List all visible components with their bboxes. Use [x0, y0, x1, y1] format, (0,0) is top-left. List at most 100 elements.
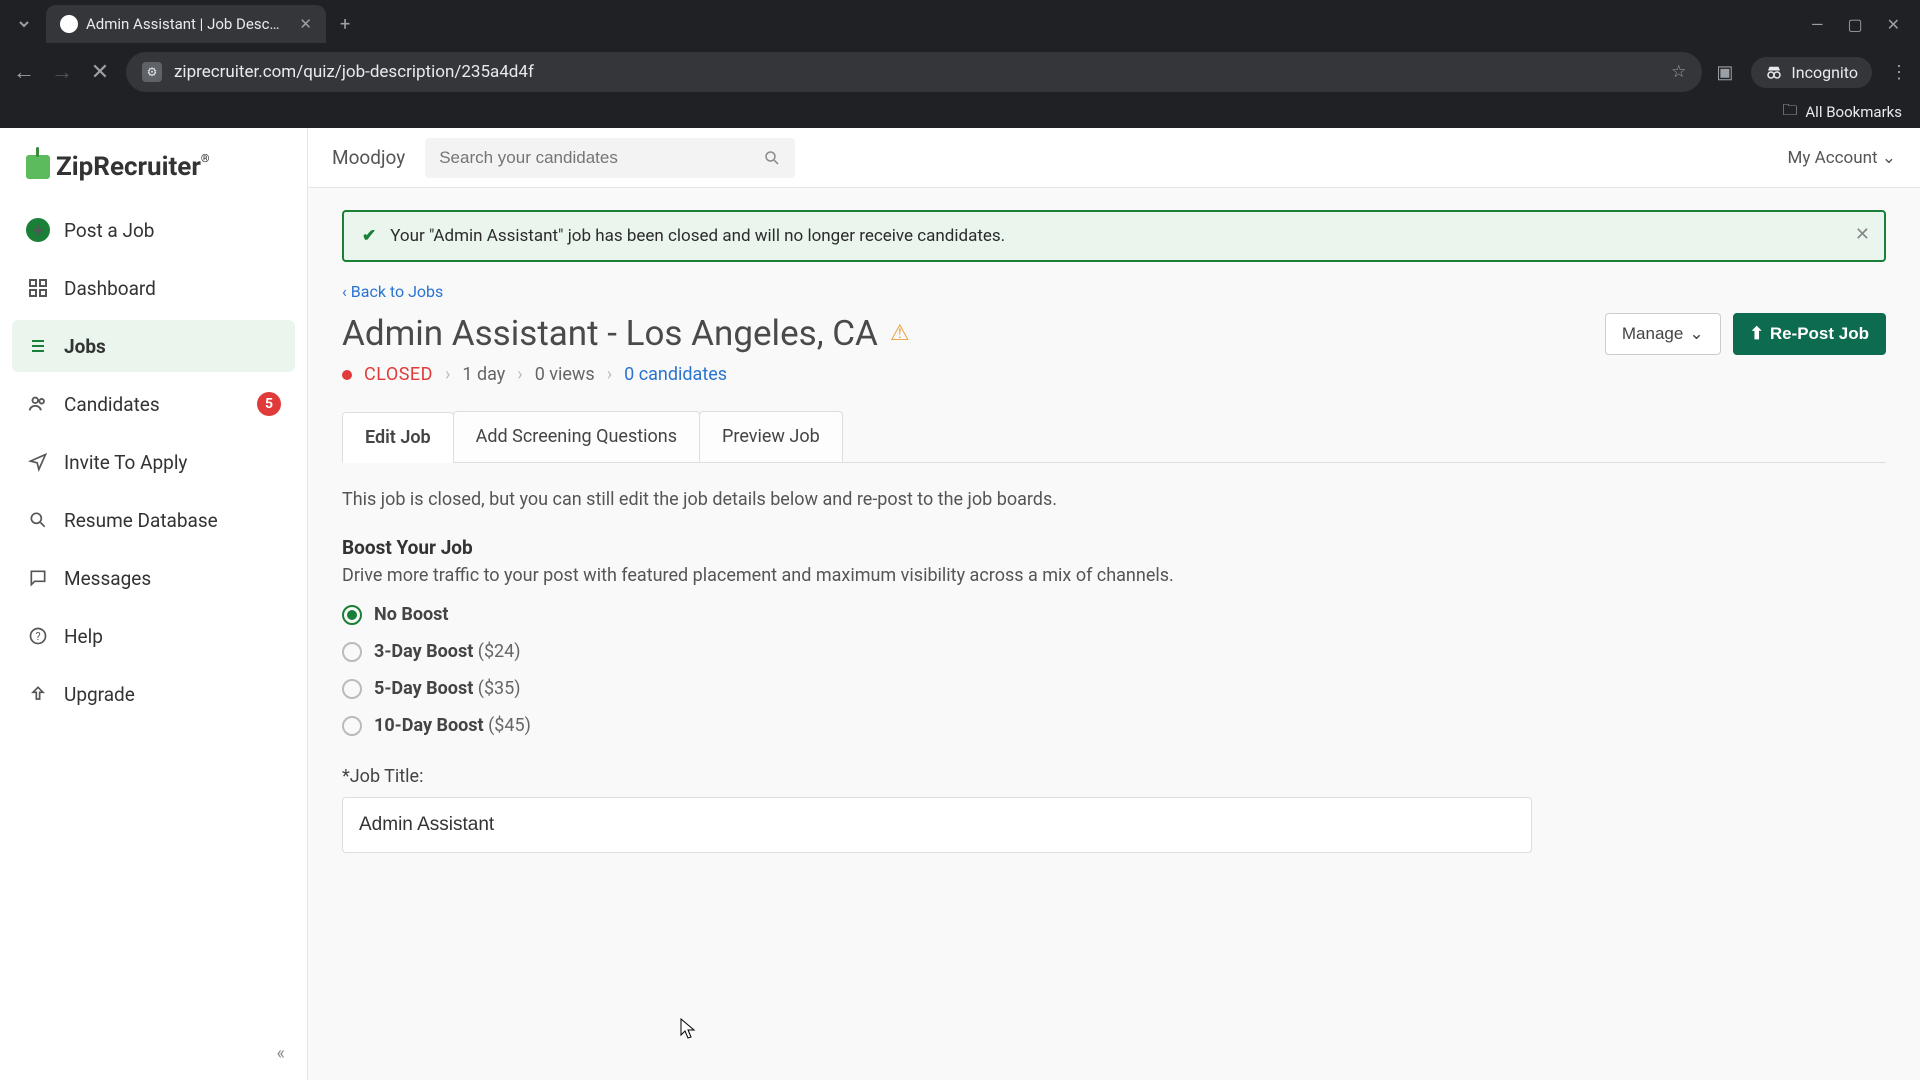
- logo-icon: [26, 155, 50, 179]
- sidebar-item-jobs[interactable]: Jobs: [12, 320, 295, 372]
- sidebar-item-post-job[interactable]: + Post a Job: [12, 204, 295, 256]
- bookmark-bar: 🗀 All Bookmarks: [0, 96, 1920, 128]
- alert-text: Your "Admin Assistant" job has been clos…: [390, 226, 1005, 246]
- job-age: 1 day: [462, 364, 505, 385]
- boost-title: Boost Your Job: [342, 536, 1886, 559]
- radio-icon: [342, 642, 362, 662]
- tab-screening[interactable]: Add Screening Questions: [453, 411, 700, 462]
- boost-option-5day[interactable]: 5-Day Boost ($35): [342, 678, 1886, 699]
- browser-tab[interactable]: Admin Assistant | Job Descripti ✕: [46, 5, 326, 43]
- account-menu[interactable]: My Account ⌄: [1788, 148, 1896, 168]
- main: Moodjoy My Account ⌄ ✔ Your "Admin Assis…: [308, 128, 1920, 1080]
- back-to-jobs-link[interactable]: ‹ Back to Jobs: [342, 282, 443, 301]
- sidebar-item-dashboard[interactable]: Dashboard: [12, 262, 295, 314]
- job-meta: CLOSED › 1 day › 0 views › 0 candidates: [342, 364, 910, 385]
- tab-search-icon[interactable]: [10, 10, 38, 38]
- upload-icon: ⬆: [1750, 324, 1764, 344]
- candidates-badge: 5: [257, 392, 281, 416]
- svg-text:?: ?: [35, 630, 40, 643]
- org-name[interactable]: Moodjoy: [332, 146, 405, 169]
- radio-icon: [342, 605, 362, 625]
- chevron-down-icon: ⌄: [1882, 148, 1896, 168]
- warning-icon: ⚠: [890, 321, 910, 346]
- plus-icon: +: [26, 218, 50, 242]
- upgrade-icon: [26, 682, 50, 706]
- reload-icon[interactable]: ✕: [88, 60, 112, 85]
- minimize-icon[interactable]: —: [1811, 15, 1824, 34]
- sidebar-item-resume-db[interactable]: Resume Database: [12, 494, 295, 546]
- incognito-icon: [1765, 63, 1783, 81]
- sidebar-item-messages[interactable]: Messages: [12, 552, 295, 604]
- tabs: Edit Job Add Screening Questions Preview…: [342, 411, 1886, 463]
- sidebar: ZipRecruiter® + Post a Job Dashboard Job…: [0, 128, 308, 1080]
- status-label: CLOSED: [364, 364, 433, 385]
- tab-title: Admin Assistant | Job Descripti: [86, 15, 283, 33]
- incognito-badge[interactable]: Incognito: [1751, 57, 1872, 88]
- window-controls: — ▢ ✕: [1811, 15, 1910, 34]
- send-icon: [26, 450, 50, 474]
- separator-icon: ›: [607, 364, 612, 385]
- maximize-icon[interactable]: ▢: [1847, 15, 1862, 34]
- job-views: 0 views: [535, 364, 595, 385]
- tab-edit-job[interactable]: Edit Job: [342, 412, 454, 463]
- search-field[interactable]: [439, 148, 763, 168]
- content: ✔ Your "Admin Assistant" job has been cl…: [308, 188, 1920, 875]
- job-header: Admin Assistant - Los Angeles, CA ⚠ CLOS…: [342, 313, 1886, 385]
- chevron-down-icon: ⌄: [1689, 324, 1703, 344]
- search-icon[interactable]: [763, 149, 781, 167]
- bookmark-star-icon[interactable]: ☆: [1671, 62, 1686, 82]
- page: ZipRecruiter® + Post a Job Dashboard Job…: [0, 128, 1920, 1080]
- sidebar-item-invite[interactable]: Invite To Apply: [12, 436, 295, 488]
- new-tab-button[interactable]: +: [340, 14, 350, 35]
- people-icon: [26, 392, 50, 416]
- close-alert-icon[interactable]: ✕: [1855, 224, 1870, 245]
- boost-option-10day[interactable]: 10-Day Boost ($45): [342, 715, 1886, 736]
- forward-icon: →: [50, 59, 74, 85]
- tab-bar: Admin Assistant | Job Descripti ✕ + — ▢ …: [0, 0, 1920, 48]
- close-window-icon[interactable]: ✕: [1887, 15, 1900, 34]
- chat-icon: [26, 566, 50, 590]
- grid-icon: [26, 276, 50, 300]
- search-icon: [26, 508, 50, 532]
- topbar: Moodjoy My Account ⌄: [308, 128, 1920, 188]
- logo[interactable]: ZipRecruiter®: [26, 152, 295, 182]
- site-settings-icon[interactable]: ⚙: [142, 62, 162, 82]
- list-icon: [26, 334, 50, 358]
- logo-text: ZipRecruiter®: [56, 152, 210, 182]
- boost-desc: Drive more traffic to your post with fea…: [342, 565, 1886, 586]
- boost-option-no-boost[interactable]: No Boost: [342, 604, 1886, 625]
- manage-button[interactable]: Manage ⌄: [1605, 313, 1721, 355]
- menu-icon[interactable]: ⋮: [1890, 62, 1908, 83]
- address-bar: ← → ✕ ⚙ ziprecruiter.com/quiz/job-descri…: [0, 48, 1920, 96]
- status-dot-icon: [342, 370, 352, 380]
- check-icon: ✔: [362, 226, 376, 246]
- job-title-label: *Job Title:: [342, 766, 1886, 787]
- boost-option-3day[interactable]: 3-Day Boost ($24): [342, 641, 1886, 662]
- browser-chrome: Admin Assistant | Job Descripti ✕ + — ▢ …: [0, 0, 1920, 128]
- sidebar-item-upgrade[interactable]: Upgrade: [12, 668, 295, 720]
- separator-icon: ›: [445, 364, 450, 385]
- closed-note: This job is closed, but you can still ed…: [342, 489, 1886, 510]
- back-icon[interactable]: ←: [12, 59, 36, 85]
- radio-icon: [342, 716, 362, 736]
- sidebar-item-candidates[interactable]: Candidates 5: [12, 378, 295, 430]
- tab-preview[interactable]: Preview Job: [699, 411, 843, 462]
- panel-icon[interactable]: ▣: [1716, 62, 1733, 83]
- separator-icon: ›: [517, 364, 522, 385]
- job-title-input[interactable]: [342, 797, 1532, 853]
- search-input[interactable]: [425, 138, 795, 178]
- repost-button[interactable]: ⬆ Re-Post Job: [1733, 313, 1886, 355]
- url-input[interactable]: ⚙ ziprecruiter.com/quiz/job-description/…: [126, 52, 1702, 92]
- sidebar-item-help[interactable]: ? Help: [12, 610, 295, 662]
- radio-icon: [342, 679, 362, 699]
- folder-icon: 🗀: [1782, 100, 1797, 125]
- collapse-sidebar-icon[interactable]: «: [277, 1043, 285, 1064]
- candidates-link[interactable]: 0 candidates: [624, 364, 727, 385]
- job-title: Admin Assistant - Los Angeles, CA ⚠: [342, 313, 910, 354]
- url-text: ziprecruiter.com/quiz/job-description/23…: [174, 62, 534, 82]
- help-icon: ?: [26, 624, 50, 648]
- favicon-icon: [60, 15, 78, 33]
- close-tab-icon[interactable]: ✕: [299, 15, 312, 33]
- job-actions: Manage ⌄ ⬆ Re-Post Job: [1605, 313, 1886, 355]
- all-bookmarks-link[interactable]: All Bookmarks: [1805, 103, 1902, 121]
